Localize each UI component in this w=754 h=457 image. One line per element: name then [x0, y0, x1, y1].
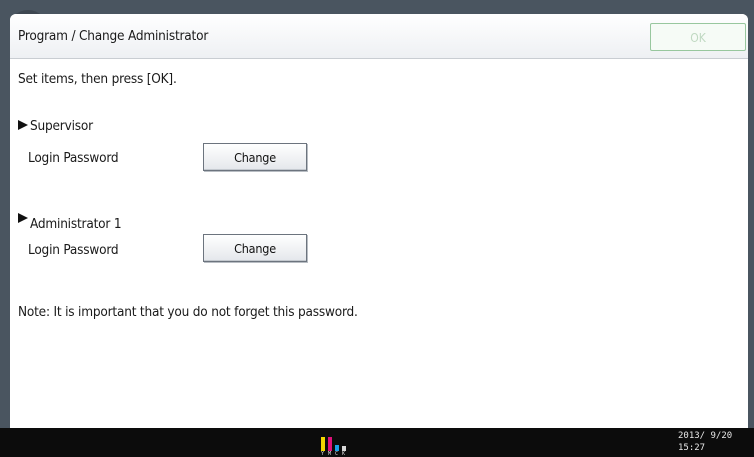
time-text: 15:27 [678, 443, 706, 453]
instruction-text: Set items, then press [OK]. [18, 71, 177, 87]
screen: Program / Change Administrator OK Set it… [0, 0, 754, 457]
section-title-label: Supervisor [30, 118, 93, 134]
arrow-right-icon [18, 120, 28, 130]
arrow-right-icon [18, 213, 28, 223]
supervisor-change-password-button[interactable]: Change [203, 143, 307, 171]
section-supervisor-title: Supervisor [18, 118, 93, 134]
administrator-1-change-password-button[interactable]: Change [203, 234, 307, 262]
toner-label-y: Y [321, 451, 325, 457]
date-time-display: 2013/ 9/20 15:27 [678, 430, 732, 454]
right-bezel [748, 0, 754, 430]
supervisor-login-password-label: Login Password [28, 150, 119, 166]
settings-panel: Program / Change Administrator OK Set it… [10, 14, 748, 428]
toner-label-c: C [335, 451, 339, 457]
toner-label-m: M [328, 451, 332, 457]
ok-button[interactable]: OK [650, 23, 746, 51]
status-bar: YMCK 2013/ 9/20 15:27 [0, 428, 754, 457]
toner-bar-m [328, 437, 332, 451]
title-bar: Program / Change Administrator OK [10, 14, 748, 59]
toner-level-indicator: YMCK [321, 434, 361, 457]
section-administrator-1-title: Administrator 1 [18, 213, 122, 232]
left-bezel [0, 0, 10, 430]
date-text: 2013/ 9/20 [678, 431, 733, 441]
password-note: Note: It is important that you do not fo… [18, 304, 358, 320]
toner-label-k: K [342, 451, 346, 457]
administrator-1-login-password-label: Login Password [28, 242, 119, 258]
toner-bar-y [321, 437, 325, 451]
section-title-label: Administrator 1 [30, 216, 122, 232]
page-title: Program / Change Administrator [18, 28, 209, 44]
